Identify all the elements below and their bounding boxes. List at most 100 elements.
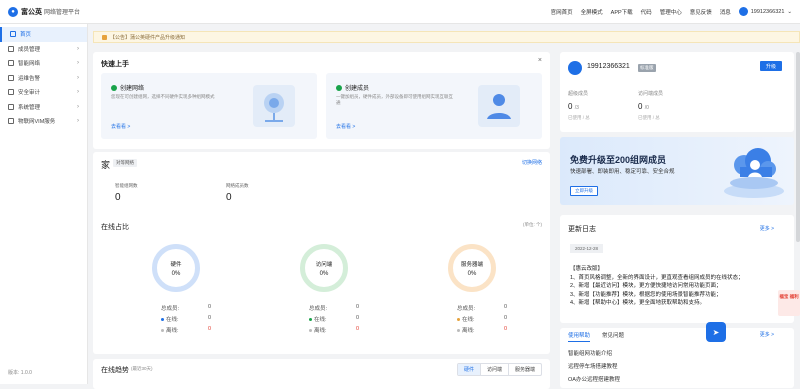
chevron-down-icon: ⌄ (787, 8, 792, 15)
notice-bar[interactable]: 【公告】蒲公英硬件产品升级通知 (93, 31, 800, 43)
quickstart-box-network[interactable]: 创建网络 您现在可创建组网，选择不同硬件实现多种组网模式 去看看 > (101, 73, 317, 139)
help-list: 智能组网功能介绍 远程停车场搭建教程 OA办公远程搭建教程 (568, 348, 620, 387)
quickstart-card: 快速上手 × 创建网络 您现在可创建组网，选择不同硬件实现多种组网模式 去看看 … (93, 52, 550, 149)
sidebar-item-members[interactable]: 成员管理 › (0, 42, 87, 57)
nav-code-link[interactable]: 代码 (641, 8, 652, 16)
nav-feedback-link[interactable]: 意见反馈 (690, 8, 712, 16)
assistant-float-button[interactable]: ➤ (706, 322, 726, 342)
notice-text: 【公告】蒲公英硬件产品升级通知 (110, 34, 186, 41)
sidebar-item-network[interactable]: 智能网络 › (0, 56, 87, 71)
tab-faq[interactable]: 常见问题 (602, 331, 624, 342)
stat-label: 在线: (314, 317, 327, 323)
quickstart-box-desc: 一键加组员，硬件成员，外部设备即可使用组网实现互联互通 (336, 94, 453, 105)
stat-label: 总成员: (457, 306, 476, 312)
quota-used: 0 (638, 102, 643, 111)
list-item: 1、首页风格调整，全新的界面设计，更直观查看组网成员的在线状态； (570, 274, 744, 281)
tab-hardware[interactable]: 硬件 (457, 364, 480, 375)
upgrade-button[interactable]: 升级 (760, 61, 782, 71)
sidebar-item-label: 安全审计 (18, 90, 41, 97)
quota-label: 超级成员 (568, 91, 589, 97)
banner-upgrade-button[interactable]: 立即升级 (570, 186, 598, 196)
list-item: 4、新增【帮助中心】模块，更全面地获取帮助和支持。 (570, 300, 706, 307)
nav-messages-link[interactable]: 消息 (720, 8, 731, 16)
help-more-link[interactable]: 更多 > (760, 331, 774, 338)
account-card: 19912366321 标准版 升级 超级成员 0 /3 已使用 / 总 访问端… (560, 52, 794, 132)
tab-server[interactable]: 服务器端 (507, 364, 541, 375)
ring-pct: 0% (319, 270, 329, 277)
ring-stat-total: 总成员: 0 (161, 304, 211, 312)
list-item[interactable]: OA办公远程搭建教程 (568, 374, 620, 387)
ring-stat-online: 在线: 0 (161, 315, 211, 323)
quickstart-box-title: 创建成员 (345, 86, 370, 92)
close-icon[interactable]: × (538, 57, 542, 64)
gift-label: 福宝 福利 (779, 294, 799, 299)
banner-title: 免费升级至200组网成员 (570, 155, 667, 165)
tab-client[interactable]: 访问端 (479, 364, 508, 375)
stat-value: 0 (355, 304, 359, 310)
stat-value: 0 (226, 192, 232, 203)
stat-label: 总成员: (161, 306, 180, 312)
ring-stat-online: 在线: 0 (457, 315, 507, 323)
ring-pct: 0% (467, 270, 477, 277)
stat-value: 0 (355, 315, 359, 321)
list-item[interactable]: 智能组网功能介绍 (568, 348, 620, 361)
switch-network-link[interactable]: 切换网络 (522, 159, 542, 166)
nav-fullscreen-link[interactable]: 全屏模式 (581, 8, 603, 16)
sidebar-item-home[interactable]: 首页 (0, 27, 87, 42)
brand-logo[interactable]: ● 富公英 网络管理平台 (0, 6, 100, 17)
quota-total: /3 (574, 105, 579, 111)
quickstart-link[interactable]: 去看看 > (111, 123, 130, 130)
ring-name: 服务器端 (460, 261, 483, 268)
ring-name: 硬件 (170, 261, 182, 268)
version-label: 版本: 1.0.0 (8, 370, 32, 376)
stat-value: 0 (207, 315, 211, 321)
nav-admin-link[interactable]: 管理中心 (660, 8, 682, 16)
network-home-card: 家 对等网络 切换网络 智能组网数 0 网络成员数 0 在线占比 (单位: 个)… (93, 152, 550, 354)
sidebar-item-label: 首页 (20, 32, 32, 39)
check-circle-icon (111, 84, 117, 91)
nav-home-link[interactable]: 官网首页 (551, 8, 573, 16)
network-icon (8, 60, 14, 67)
user-name: 19912366321 (750, 8, 785, 15)
megaphone-icon (102, 34, 107, 40)
help-tabs: 使用帮助 常见问题 (568, 331, 624, 342)
upgrade-banner[interactable]: 免费升级至200组网成员 快速部署、即装即用、稳定可靠、安全合规 立即升级 (560, 137, 794, 205)
stat-value: 0 (503, 315, 507, 321)
brand-product: 网络管理平台 (44, 10, 81, 16)
member-illustration-icon (478, 85, 520, 127)
stat-label: 网络成员数 (226, 183, 249, 188)
quota-sub: 已使用 / 总 (638, 115, 660, 120)
quickstart-box-member[interactable]: 创建成员 一键加组员，硬件成员，外部设备即可使用组网实现互联互通 去看看 > (326, 73, 542, 139)
quickstart-link[interactable]: 去看看 > (336, 123, 355, 130)
tab-help[interactable]: 使用帮助 (568, 331, 591, 342)
nav-app-link[interactable]: APP下载 (611, 8, 633, 16)
ring-stat-total: 总成员: 0 (309, 304, 359, 312)
quickstart-box-heading: 创建网络 (111, 83, 144, 92)
list-item[interactable]: 远程停车场搭建教程 (568, 361, 620, 374)
sidebar-item-iot[interactable]: 物联网VIM服务 › (0, 114, 87, 129)
stat-label: 离线: (166, 328, 179, 334)
gift-float-button[interactable]: 福宝 福利 (778, 290, 800, 316)
online-ratio-title: 在线占比 (101, 224, 129, 231)
trend-title: 在线趋势 (101, 367, 129, 374)
stat-value: 0 (503, 304, 507, 310)
sidebar-item-alerts[interactable]: 运维告警 › (0, 71, 87, 86)
offline-dot-icon (161, 328, 164, 332)
scrollbar[interactable] (796, 52, 800, 242)
network-type-badge: 对等网络 (113, 159, 137, 167)
user-menu[interactable]: 19912366321 ⌄ (738, 7, 792, 16)
stat-value: 0 (207, 304, 211, 310)
stat-value: 0 (503, 326, 507, 332)
trend-segment-tabs: 硬件 访问端 服务器端 (456, 363, 542, 376)
quota-value: 0 /0 (638, 102, 649, 111)
network-name: 家 (101, 160, 111, 170)
changelog-more-link[interactable]: 更多 > (760, 225, 774, 232)
sidebar-item-label: 系统管理 (18, 104, 41, 111)
sidebar-item-system[interactable]: 系统管理 › (0, 100, 87, 115)
changelog-title: 更新日志 (568, 226, 596, 233)
banner-subtitle: 快速部署、即装即用、稳定可靠、安全合规 (570, 169, 675, 175)
account-name: 19912366321 (587, 63, 630, 70)
quota-used: 0 (568, 102, 573, 111)
server-ring: 服务器端 0% (448, 244, 496, 292)
sidebar-item-audit[interactable]: 安全审计 › (0, 85, 87, 100)
